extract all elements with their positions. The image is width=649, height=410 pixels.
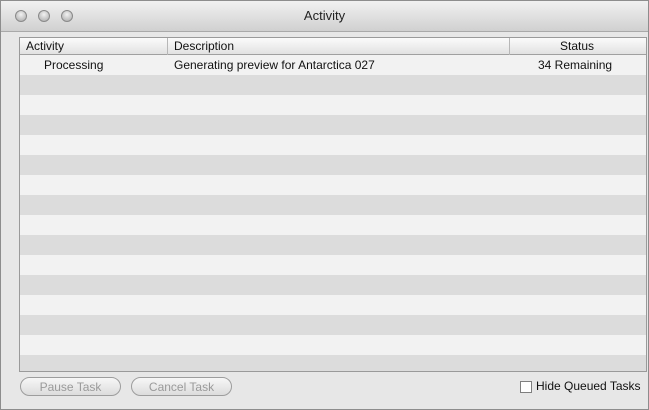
table-row [20,195,646,215]
row-description: Generating preview for Antarctica 027 [174,58,375,72]
table-row [20,235,646,255]
table-row [20,115,646,135]
cancel-task-button[interactable]: Cancel Task [131,377,232,396]
table-header: Activity Description Status [20,38,646,55]
table-row [20,175,646,195]
column-activity[interactable]: Activity [26,39,64,53]
activity-window: Activity Activity Description Status Pro… [0,0,649,410]
hide-queued-tasks-label: Hide Queued Tasks [536,379,641,393]
table-row[interactable]: Processing Generating preview for Antarc… [20,55,646,75]
table-row [20,75,646,95]
activity-table[interactable]: Activity Description Status Processing G… [19,37,647,372]
table-row [20,355,646,371]
table-row [20,275,646,295]
column-description[interactable]: Description [174,39,234,53]
column-status[interactable]: Status [560,39,594,53]
table-row [20,95,646,115]
window-title: Activity [303,8,346,23]
row-status: 34 Remaining [538,58,613,72]
table-row [20,155,646,175]
table-row [20,335,646,355]
table-row [20,215,646,235]
hide-queued-tasks-checkbox[interactable] [520,381,532,393]
row-activity: Processing [44,58,104,72]
table-row [20,315,646,335]
table-row [20,255,646,275]
table-body: Processing Generating preview for Antarc… [20,55,646,371]
table-row [20,295,646,315]
pause-task-button[interactable]: Pause Task [20,377,121,396]
title-bar: Activity [1,1,648,32]
table-row [20,135,646,155]
